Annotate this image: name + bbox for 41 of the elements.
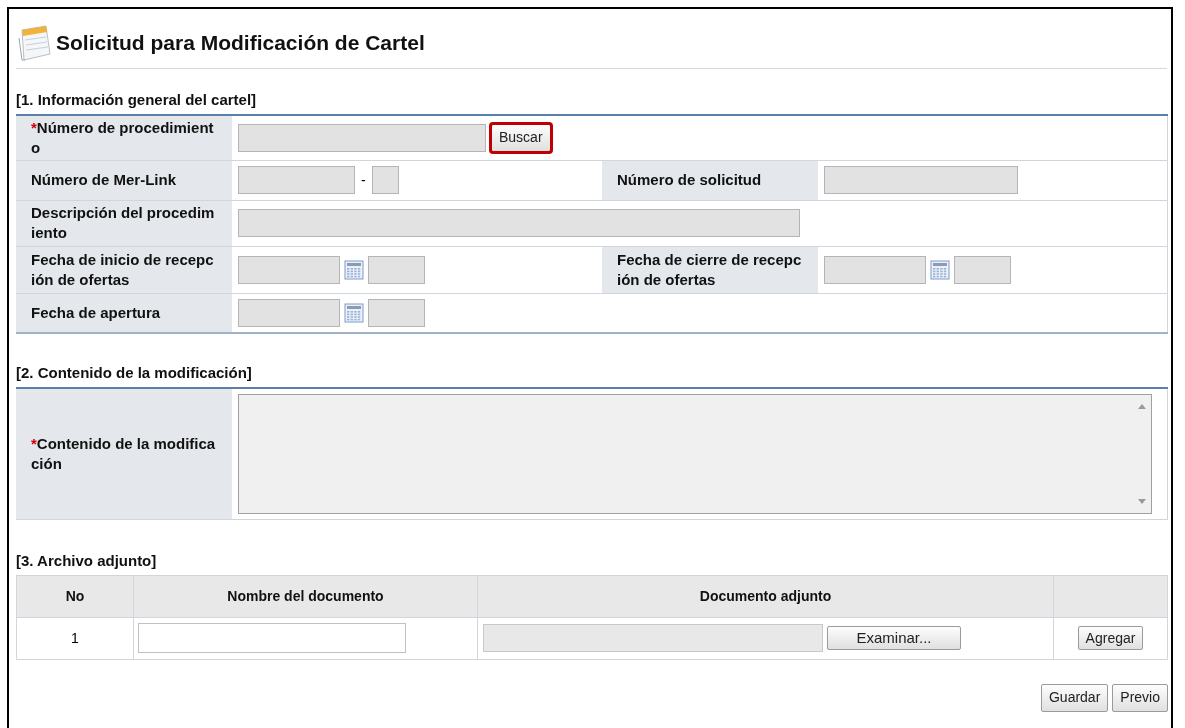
field-label: Fecha de cierre de recepción de ofertas — [617, 249, 803, 290]
scroll-down-icon[interactable] — [1138, 498, 1146, 505]
table-cell: 1 — [16, 617, 134, 659]
browse-button[interactable]: Examinar... — [827, 626, 961, 650]
date-field[interactable] — [238, 255, 340, 284]
calendar-icon[interactable] — [930, 259, 950, 280]
form-button[interactable]: Previo — [1112, 683, 1168, 712]
column-header: No — [16, 575, 134, 617]
section-heading: [3. Archivo adjunto] — [16, 551, 158, 571]
scroll-up-icon[interactable] — [1138, 402, 1146, 409]
time-field[interactable] — [954, 255, 1011, 284]
field-label: Fecha de apertura — [31, 302, 162, 323]
procedure-number-field[interactable] — [238, 123, 486, 152]
calendar-icon[interactable] — [344, 259, 364, 280]
add-button[interactable]: Agregar — [1077, 626, 1144, 650]
field-label: Fecha de inicio de recepción de ofertas — [31, 249, 215, 290]
field-label: *Número de procedimiento — [31, 117, 215, 158]
field-label: Número de Mer-Link — [31, 170, 178, 190]
document-name-field[interactable] — [138, 623, 406, 653]
notepad-icon — [16, 23, 52, 62]
section-heading: [2. Contenido de la modificación] — [16, 363, 253, 383]
column-header: Documento adjunto — [477, 575, 1054, 617]
time-field[interactable] — [368, 255, 425, 284]
merlink-suffix-field[interactable] — [371, 166, 399, 194]
field-label: *Contenido de la modificación — [31, 433, 217, 474]
description-field[interactable] — [238, 209, 800, 237]
calendar-icon[interactable] — [344, 302, 364, 323]
page-title: Solicitud para Modificación de Cartel — [56, 29, 425, 56]
file-path-field[interactable] — [483, 624, 823, 652]
form-button[interactable]: Guardar — [1040, 683, 1109, 712]
merlink-number-field[interactable] — [238, 166, 355, 194]
section-heading: [1. Información general del cartel] — [16, 90, 258, 110]
field-label: Número de solicitud — [617, 170, 763, 190]
date-field[interactable] — [238, 298, 340, 327]
time-field[interactable] — [368, 298, 425, 327]
field-label: Descripción del procedimiento — [31, 203, 216, 243]
request-number-field[interactable] — [824, 166, 1018, 194]
separator: - — [361, 170, 366, 190]
date-field[interactable] — [824, 255, 926, 284]
column-header: Nombre del documento — [133, 575, 478, 617]
search-button[interactable]: Buscar — [491, 123, 551, 152]
